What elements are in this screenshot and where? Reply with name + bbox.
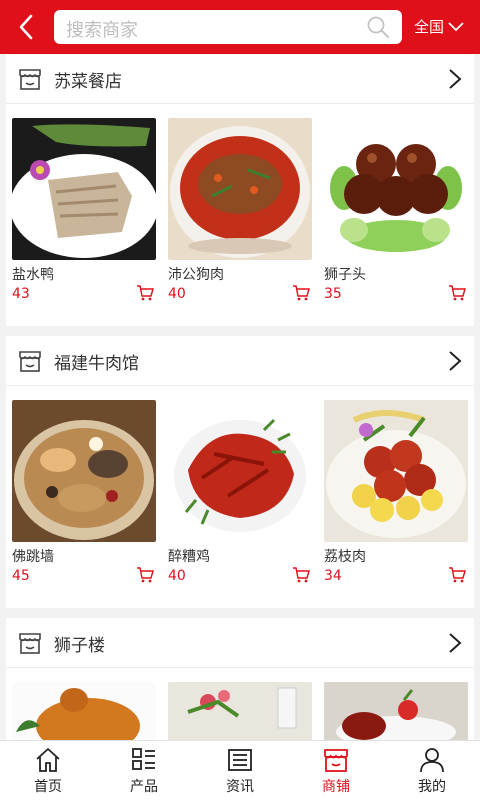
tab-label: 资讯 — [226, 779, 254, 795]
search-box[interactable]: 搜索商家 — [54, 10, 402, 44]
cart-icon[interactable] — [136, 566, 154, 584]
product-list-icon — [132, 748, 155, 770]
home-icon — [36, 748, 60, 772]
region-selector[interactable]: 全国 — [414, 16, 464, 37]
news-icon — [228, 749, 252, 771]
dish-card[interactable]: 狮子头 35 — [324, 118, 468, 308]
cart-icon[interactable] — [448, 284, 466, 302]
tab-label: 产品 — [130, 779, 158, 795]
shop-header[interactable]: 狮子楼 — [6, 618, 474, 668]
dish-card[interactable]: 醉糟鸡 40 — [168, 400, 312, 590]
dish-image — [324, 118, 468, 260]
chevron-right-icon[interactable] — [448, 350, 462, 372]
tab-profile[interactable]: 我的 — [384, 741, 480, 800]
dish-card[interactable] — [12, 682, 156, 740]
user-icon — [420, 748, 444, 773]
shop-card: 福建牛肉馆 佛跳墙 45 醉糟鸡 40 荔枝肉 34 — [6, 336, 474, 608]
dish-image — [168, 400, 312, 542]
dish-price: 45 — [12, 568, 30, 584]
shop-name: 狮子楼 — [54, 636, 105, 656]
dish-card[interactable]: 盐水鸭 43 — [12, 118, 156, 308]
dish-price: 40 — [168, 568, 186, 584]
dish-row: 盐水鸭 43 沛公狗肉 40 狮子头 35 — [12, 118, 468, 302]
dish-price: 34 — [324, 568, 342, 584]
dish-card[interactable]: 佛跳墙 45 — [12, 400, 156, 590]
tab-label: 首页 — [34, 779, 62, 795]
dish-card[interactable] — [324, 682, 468, 740]
dish-name: 荔枝肉 — [324, 549, 366, 565]
back-button[interactable] — [8, 8, 44, 46]
tab-news[interactable]: 资讯 — [192, 741, 288, 800]
dish-image — [12, 400, 156, 542]
shop-list: 苏菜餐店 盐水鸭 43 沛公狗肉 40 狮子头 35 福建牛肉馆 佛跳墙 45 … — [0, 54, 480, 740]
dish-row — [12, 682, 468, 740]
shop-card: 狮子楼 — [6, 618, 474, 740]
dish-price: 43 — [12, 286, 30, 302]
storefront-icon — [19, 69, 41, 90]
shop-header[interactable]: 福建牛肉馆 — [6, 336, 474, 386]
dish-card[interactable]: 荔枝肉 34 — [324, 400, 468, 590]
dish-name: 佛跳墙 — [12, 549, 54, 565]
back-arrow-icon — [19, 14, 33, 40]
shop-card: 苏菜餐店 盐水鸭 43 沛公狗肉 40 狮子头 35 — [6, 54, 474, 326]
tab-shops[interactable]: 商铺 — [288, 741, 384, 800]
dish-card[interactable]: 沛公狗肉 40 — [168, 118, 312, 308]
chevron-right-icon[interactable] — [448, 68, 462, 90]
dish-price: 35 — [324, 286, 342, 302]
dish-row: 佛跳墙 45 醉糟鸡 40 荔枝肉 34 — [12, 400, 468, 584]
tab-label: 我的 — [418, 779, 446, 795]
dish-image — [324, 682, 468, 740]
search-icon[interactable] — [366, 15, 390, 39]
cart-icon[interactable] — [136, 284, 154, 302]
chevron-down-icon — [448, 21, 464, 31]
tab-label: 商铺 — [322, 779, 350, 795]
chevron-right-icon[interactable] — [448, 632, 462, 654]
shop-icon — [324, 749, 348, 772]
dish-image — [12, 118, 156, 260]
header-bar: 搜索商家 全国 — [0, 0, 480, 54]
tab-products[interactable]: 产品 — [96, 741, 192, 800]
dish-image — [168, 118, 312, 260]
dish-name: 醉糟鸡 — [168, 549, 210, 565]
tab-home[interactable]: 首页 — [0, 741, 96, 800]
bottom-tab-bar: 首页 产品 资讯 商铺 我的 — [0, 740, 480, 800]
dish-name: 盐水鸭 — [12, 267, 54, 283]
storefront-icon — [19, 633, 41, 654]
dish-name: 狮子头 — [324, 267, 366, 283]
cart-icon[interactable] — [292, 566, 310, 584]
cart-icon[interactable] — [448, 566, 466, 584]
cart-icon[interactable] — [292, 284, 310, 302]
dish-image — [12, 682, 156, 740]
dish-image — [324, 400, 468, 542]
region-label: 全国 — [414, 18, 445, 36]
dish-price: 40 — [168, 286, 186, 302]
shop-header[interactable]: 苏菜餐店 — [6, 54, 474, 104]
dish-name: 沛公狗肉 — [168, 267, 224, 283]
search-placeholder: 搜索商家 — [66, 20, 138, 41]
shop-name: 福建牛肉馆 — [54, 354, 139, 374]
storefront-icon — [19, 351, 41, 372]
dish-card[interactable] — [168, 682, 312, 740]
shop-name: 苏菜餐店 — [54, 72, 122, 92]
dish-image — [168, 682, 312, 740]
